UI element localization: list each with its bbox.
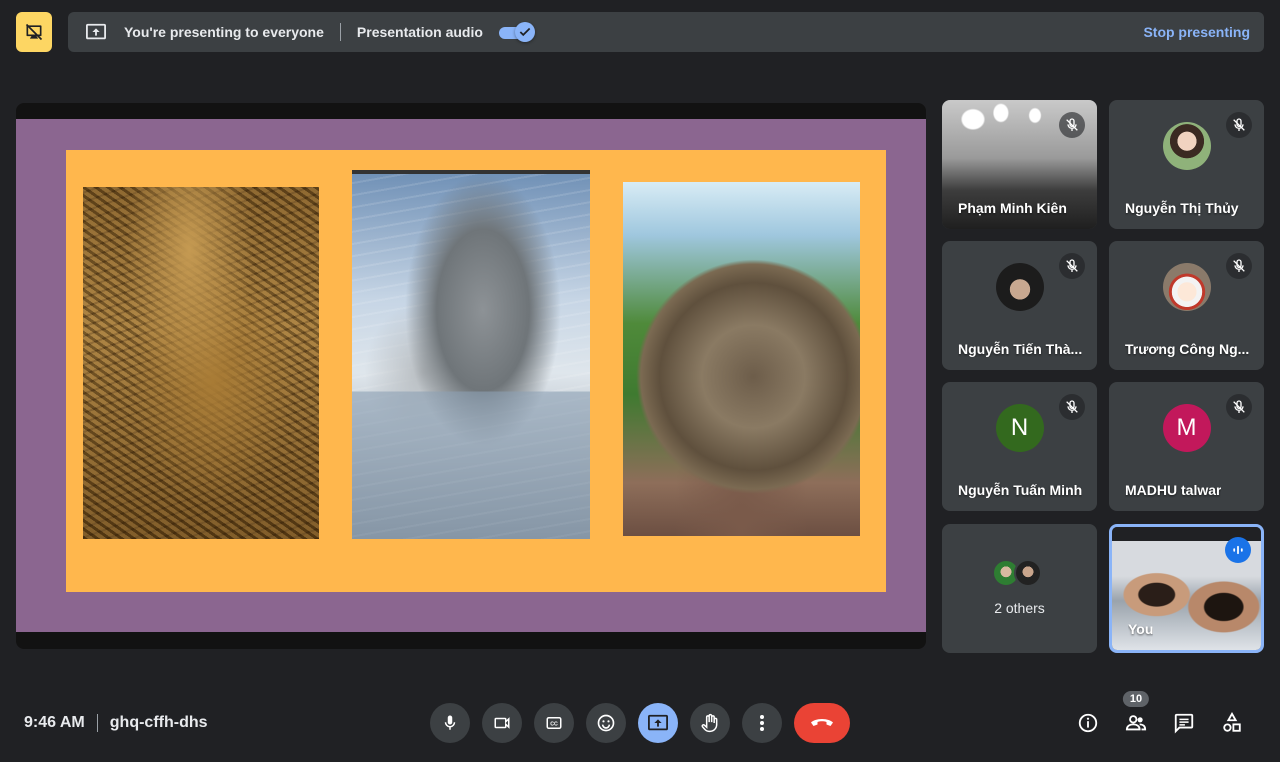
slide-image-carved-deity	[83, 187, 319, 539]
presentation-audio-toggle[interactable]	[498, 20, 537, 44]
screen-share-icon	[84, 20, 108, 44]
divider	[339, 23, 341, 41]
chat-icon	[1174, 713, 1194, 734]
presentation-status-icon	[16, 12, 52, 52]
slide-image-stone-chariot	[352, 170, 590, 539]
activities-icon	[1223, 712, 1241, 732]
mic-off-icon	[1226, 394, 1252, 420]
leave-call-button[interactable]	[794, 703, 850, 743]
camera-button[interactable]	[482, 703, 522, 743]
people-count-badge: 10	[1122, 691, 1150, 707]
others-tile[interactable]: 2 others	[942, 524, 1097, 653]
avatar: N	[995, 404, 1044, 452]
meeting-time: 9:46 AM	[24, 714, 85, 731]
call-controls: CC	[430, 703, 850, 743]
participant-name: Nguyễn Tuấn Minh	[958, 482, 1083, 498]
slide-image-stone-wheel	[623, 182, 860, 536]
participant-tile[interactable]: Nguyễn Thị Thủy	[1109, 100, 1264, 229]
more-options-button[interactable]	[742, 703, 782, 743]
reactions-button[interactable]	[586, 703, 626, 743]
avatar	[1013, 559, 1042, 587]
present-to-all-icon	[648, 714, 668, 731]
presentation-audio-label: Presentation audio	[356, 24, 483, 40]
participant-tile[interactable]: Phạm Minh Kiên	[942, 100, 1097, 229]
chat-button[interactable]	[1160, 703, 1208, 743]
activities-button[interactable]	[1208, 703, 1256, 743]
avatar	[995, 263, 1044, 311]
presentation-slide	[16, 119, 926, 632]
mic-off-icon	[1059, 112, 1085, 138]
captions-icon: CC	[546, 717, 562, 729]
mic-icon	[444, 715, 456, 730]
check-icon	[514, 22, 535, 42]
participant-name: Nguyễn Thị Thủy	[1125, 200, 1239, 216]
speaking-indicator-icon	[1225, 537, 1251, 563]
call-end-icon	[811, 719, 833, 726]
participant-name: MADHU talwar	[1125, 482, 1222, 498]
meeting-details-button[interactable]	[1064, 703, 1112, 743]
others-count-label: 2 others	[994, 600, 1045, 616]
emoji-icon	[597, 714, 615, 732]
more-vert-icon	[760, 715, 764, 731]
participant-tile[interactable]: N Nguyễn Tuấn Minh	[942, 382, 1097, 511]
presenting-message: You're presenting to everyone	[124, 24, 324, 40]
participant-name: Trương Công Ng...	[1125, 341, 1250, 357]
stop-presenting-button[interactable]: Stop presenting	[1143, 24, 1250, 40]
self-name: You	[1128, 621, 1154, 637]
mic-off-icon	[1226, 253, 1252, 279]
self-tile[interactable]: You	[1109, 524, 1264, 653]
mic-off-icon	[1226, 112, 1252, 138]
others-avatars	[991, 559, 1042, 587]
captions-button[interactable]: CC	[534, 703, 574, 743]
meeting-code[interactable]: ghq-cffh-dhs	[110, 714, 208, 732]
side-panel-controls: 10	[1064, 691, 1256, 743]
slide-frame	[66, 150, 886, 592]
hand-icon	[701, 713, 718, 733]
mic-off-icon	[1059, 253, 1085, 279]
presenting-banner: You're presenting to everyone Presentati…	[68, 12, 1264, 52]
meeting-info: 9:46 AM ghq-cffh-dhs	[24, 714, 208, 732]
raise-hand-button[interactable]	[690, 703, 730, 743]
present-off-icon	[25, 23, 43, 41]
divider	[96, 714, 98, 732]
presentation-stage	[16, 103, 926, 649]
avatar	[1162, 122, 1211, 170]
participant-tile[interactable]: M MADHU talwar	[1109, 382, 1264, 511]
avatar	[1162, 263, 1211, 311]
info-icon	[1078, 713, 1098, 733]
videocam-icon	[494, 717, 510, 729]
participant-tile[interactable]: Trương Công Ng...	[1109, 241, 1264, 370]
avatar: M	[1162, 404, 1211, 452]
present-now-button[interactable]	[638, 703, 678, 743]
meet-window: You're presenting to everyone Presentati…	[0, 0, 1280, 762]
people-icon	[1125, 715, 1147, 731]
microphone-button[interactable]	[430, 703, 470, 743]
participant-name: Phạm Minh Kiên	[958, 200, 1067, 216]
mic-off-icon	[1059, 394, 1085, 420]
people-button[interactable]: 10	[1112, 691, 1160, 743]
svg-text:CC: CC	[550, 722, 558, 728]
participant-tile[interactable]: Nguyễn Tiến Thà...	[942, 241, 1097, 370]
participant-name: Nguyễn Tiến Thà...	[958, 341, 1083, 357]
